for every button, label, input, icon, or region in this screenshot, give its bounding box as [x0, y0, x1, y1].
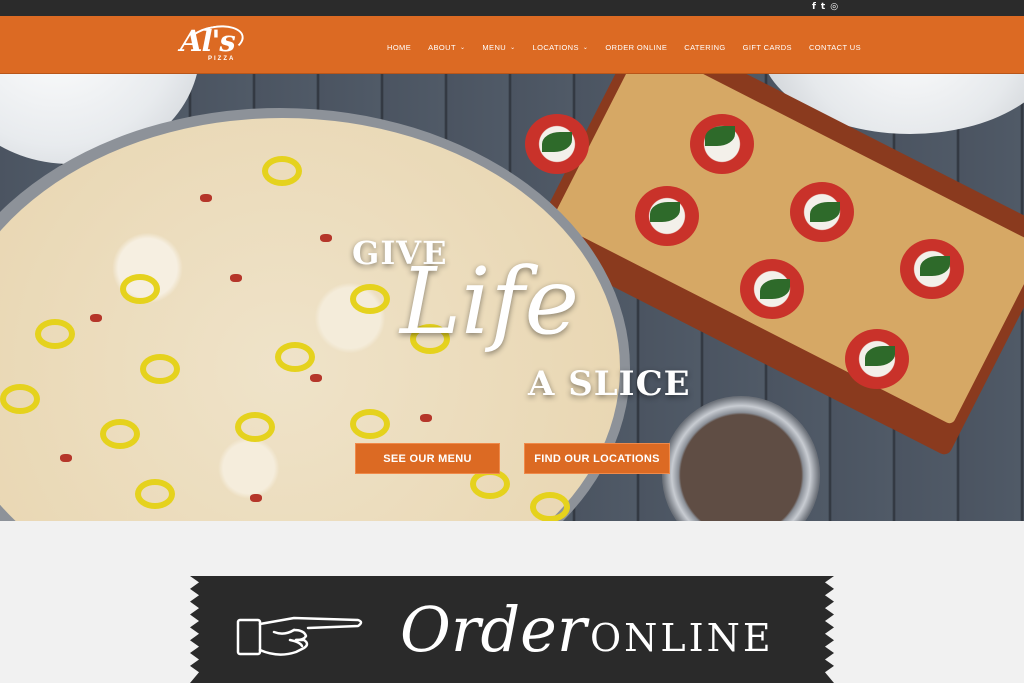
nav-locations-label: LOCATIONS [532, 43, 579, 52]
social-topbar: f t ◎ [0, 0, 1024, 16]
twitter-icon[interactable]: t [821, 2, 825, 13]
nav-about[interactable]: ABOUT ⌄ [428, 43, 465, 52]
banana-pepper-image [35, 319, 75, 349]
facebook-icon[interactable]: f [812, 2, 816, 13]
chevron-down-icon: ⌄ [459, 45, 466, 51]
hero-headline-a-slice: A SLICE [528, 364, 691, 404]
bacon-bit-image [250, 494, 262, 502]
nav-order-online-label: ORDER ONLINE [605, 43, 668, 52]
chevron-down-icon: ⌄ [582, 45, 589, 51]
logo-subtitle: PIZZA [208, 56, 236, 62]
order-online-banner[interactable]: Order ONLINE [190, 576, 834, 683]
find-our-locations-button[interactable]: FIND OUR LOCATIONS [524, 443, 670, 474]
banana-pepper-image [350, 284, 390, 314]
bacon-bit-image [230, 274, 242, 282]
banana-pepper-image [350, 409, 390, 439]
banana-pepper-image [0, 384, 40, 414]
bacon-bit-image [60, 454, 72, 462]
nav-contact-us[interactable]: CONTACT US [809, 43, 861, 52]
bacon-bit-image [320, 234, 332, 242]
banana-pepper-image [120, 274, 160, 304]
bacon-bit-image [90, 314, 102, 322]
banana-pepper-image [530, 492, 570, 521]
banana-pepper-image [140, 354, 180, 384]
nav-locations[interactable]: LOCATIONS ⌄ [533, 43, 589, 52]
bacon-bit-image [200, 194, 212, 202]
bacon-bit-image [420, 414, 432, 422]
see-our-menu-button[interactable]: SEE OUR MENU [355, 443, 500, 474]
nav-catering-label: CATERING [684, 43, 726, 52]
nav-home-label: HOME [387, 43, 412, 52]
social-links: f t ◎ [812, 2, 838, 13]
nav-catering[interactable]: CATERING [684, 43, 725, 52]
banana-pepper-image [275, 342, 315, 372]
order-script-text: Order [400, 593, 587, 666]
hero-banner: GIVE Life A SLICE SEE OUR MENU FIND OUR … [0, 74, 1024, 521]
site-header: Al's PIZZA HOME ABOUT ⌄ MENU ⌄ LOCATIONS ⌄ … [0, 16, 1024, 74]
nav-gift-cards[interactable]: GIFT CARDS [743, 43, 792, 52]
nav-gift-cards-label: GIFT CARDS [742, 43, 792, 52]
instagram-icon[interactable]: ◎ [830, 2, 838, 13]
nav-order-online[interactable]: ORDER ONLINE [605, 43, 667, 52]
logo-wordmark: Al's [180, 24, 236, 58]
nav-about-label: ABOUT [428, 43, 456, 52]
nav-home[interactable]: HOME [387, 43, 411, 52]
bacon-bit-image [310, 374, 322, 382]
banana-pepper-image [100, 419, 140, 449]
nav-menu-label: MENU [482, 43, 507, 52]
pointing-hand-icon [236, 616, 363, 656]
main-nav: HOME ABOUT ⌄ MENU ⌄ LOCATIONS ⌄ ORDER ONLIN… [387, 43, 878, 52]
online-caps-text: ONLINE [590, 616, 774, 660]
nav-contact-us-label: CONTACT US [808, 43, 862, 52]
banana-pepper-image [135, 479, 175, 509]
nav-menu[interactable]: MENU ⌄ [482, 43, 515, 52]
banana-pepper-image [235, 412, 275, 442]
banana-pepper-image [262, 156, 302, 186]
hero-headline-life: Life [400, 248, 580, 355]
chevron-down-icon: ⌄ [510, 45, 516, 51]
site-logo[interactable]: Al's PIZZA [180, 21, 247, 68]
